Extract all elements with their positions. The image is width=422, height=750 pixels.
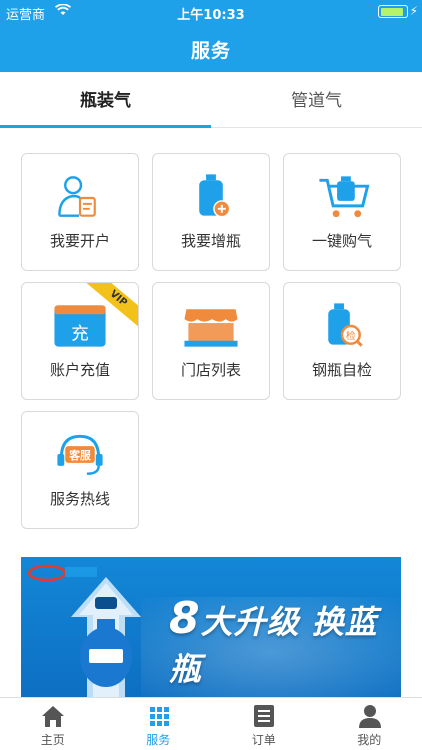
service-label: 服务热线 bbox=[49, 490, 110, 508]
service-label: 我要开户 bbox=[49, 232, 110, 250]
header: 运营商 上午10:33 ⚡ 服务 bbox=[0, 0, 422, 72]
tab-pipeline-gas[interactable]: 管道气 bbox=[211, 72, 422, 128]
service-label: 我要增瓶 bbox=[180, 232, 241, 250]
gas-cylinder-add-icon bbox=[199, 174, 231, 218]
grid-icon bbox=[149, 707, 169, 726]
service-store-list[interactable]: 门店列表 bbox=[152, 282, 270, 400]
nav-profile[interactable]: 我的 bbox=[317, 698, 422, 750]
bottom-nav: 主页 服务 订单 我的 bbox=[0, 697, 422, 750]
nav-label: 主页 bbox=[40, 733, 65, 747]
tab-bar: 瓶装气 管道气 bbox=[0, 72, 422, 128]
battery-icon bbox=[378, 5, 408, 18]
service-recharge[interactable]: 充 VIP 账户充值 bbox=[21, 282, 139, 400]
service-label: 账户充值 bbox=[49, 361, 110, 379]
clock: 上午10:33 bbox=[177, 8, 245, 23]
status-bar: 运营商 上午10:33 ⚡ bbox=[0, 0, 422, 24]
nav-label: 订单 bbox=[251, 733, 276, 747]
service-screen: 运营商 上午10:33 ⚡ 服务 瓶装气 管道气 我要开户 我要增瓶 一键购气 … bbox=[0, 0, 422, 750]
promo-banner[interactable]: 8大升级 换蓝瓶 bbox=[21, 557, 401, 697]
banner-slogan: 8大升级 换蓝瓶 bbox=[169, 593, 401, 690]
tab-indicator bbox=[0, 125, 211, 128]
hotline-icon-text: 客服 bbox=[68, 448, 91, 462]
service-cylinder-inspection[interactable]: 检 钢瓶自检 bbox=[283, 282, 401, 400]
person-document-icon bbox=[58, 176, 96, 217]
nav-service[interactable]: 服务 bbox=[106, 698, 212, 750]
charging-icon: ⚡ bbox=[409, 4, 418, 18]
home-icon bbox=[42, 706, 64, 727]
service-one-click-buy[interactable]: 一键购气 bbox=[283, 153, 401, 271]
storefront-icon bbox=[184, 309, 238, 347]
service-label: 钢瓶自检 bbox=[311, 361, 372, 379]
page-title: 服务 bbox=[190, 40, 231, 62]
list-icon bbox=[254, 705, 274, 727]
recharge-icon-text: 充 bbox=[71, 324, 89, 345]
cylinder-inspect-icon: 检 bbox=[328, 303, 363, 347]
nav-label: 我的 bbox=[357, 733, 382, 747]
shopping-cart-icon bbox=[319, 176, 370, 218]
nav-orders[interactable]: 订单 bbox=[211, 698, 317, 750]
banner-text: 大升级 换蓝瓶 bbox=[169, 603, 378, 688]
tab-bottled-gas[interactable]: 瓶装气 bbox=[0, 72, 211, 128]
nav-label: 服务 bbox=[146, 733, 171, 747]
nav-home[interactable]: 主页 bbox=[0, 698, 106, 750]
service-open-account[interactable]: 我要开户 bbox=[21, 153, 139, 271]
service-label: 门店列表 bbox=[180, 361, 241, 379]
service-hotline[interactable]: 客服 服务热线 bbox=[21, 411, 139, 529]
headset-icon: 客服 bbox=[57, 434, 103, 475]
user-icon bbox=[358, 705, 381, 728]
service-label: 一键购气 bbox=[311, 232, 372, 250]
inspect-icon-text: 检 bbox=[346, 329, 356, 342]
service-add-cylinder[interactable]: 我要增瓶 bbox=[152, 153, 270, 271]
banner-number: 8 bbox=[169, 593, 201, 644]
